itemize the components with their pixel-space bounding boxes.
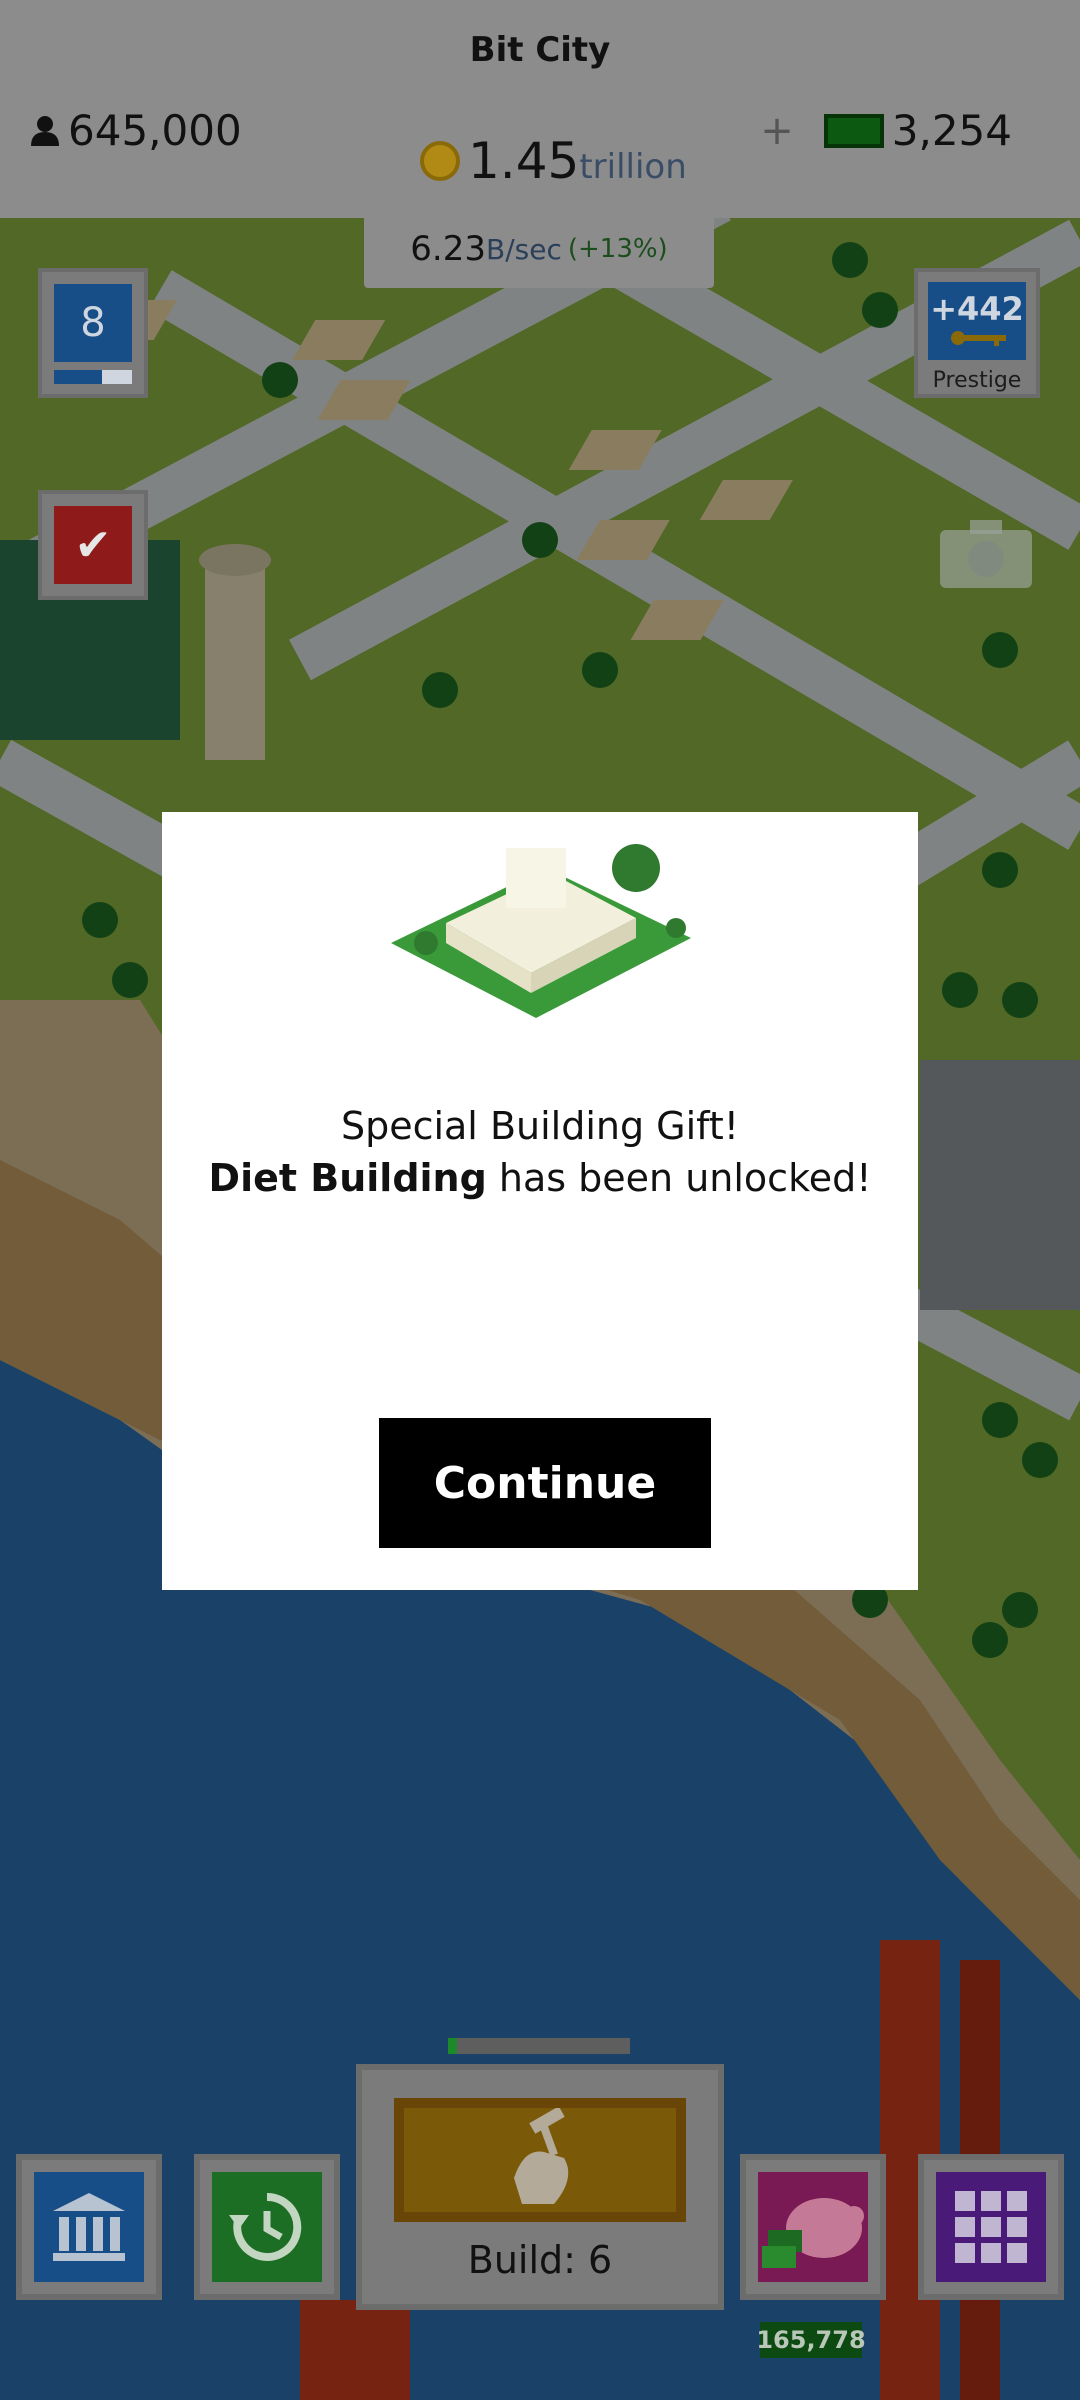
menu-grid-button[interactable] [918,2154,1064,2300]
history-button[interactable] [194,2154,340,2300]
key-icon [951,331,1006,346]
piggy-bank-icon [762,2198,864,2268]
build-label: Build: 6 [467,2238,613,2282]
prestige-label: Prestige [932,368,1022,393]
level-progress-bar [54,370,132,384]
rate-unit: B/sec [485,232,562,266]
build-button[interactable]: Build: 6 [356,2064,724,2310]
prestige-bonus: +442 [930,290,1024,328]
cash-icon [823,113,884,148]
coins-counter: 1.45 trillion [420,132,687,190]
unlock-text: has been unlocked! [486,1156,872,1200]
coins-value: 1.45 [468,132,580,190]
prestige-badge: +442 [928,282,1026,360]
checkmark-icon: ✔ [54,506,132,584]
bank-icon [53,2193,125,2261]
piggy-bank-button[interactable] [740,2154,886,2300]
cash-counter[interactable]: + 3,254 [760,106,1012,155]
rate-value: 6.23 [410,229,486,269]
build-progress-bar [448,2038,630,2054]
coins-unit: trillion [579,147,687,187]
grid-icon [955,2191,1027,2263]
building-name: Diet Building [208,1156,487,1200]
gift-message: Diet Building has been unlocked! [162,1156,918,1200]
population-counter: 645,000 [28,106,242,155]
piggy-bank-count: 165,778 [756,2322,866,2358]
level-number: 8 [80,300,106,346]
hammer-hand-icon [514,2108,569,2204]
level-badge: 8 [54,284,132,362]
tasks-button[interactable]: ✔ [38,490,148,600]
prestige-button[interactable]: +442 Prestige [914,268,1040,398]
population-value: 645,000 [68,106,242,155]
camera-icon[interactable] [936,512,1036,592]
gift-dialog: Special Building Gift! Diet Building has… [162,812,918,1590]
history-icon [229,2192,302,2261]
add-cash-button[interactable]: + [760,108,794,154]
coin-icon [420,141,460,181]
building-image [391,844,691,1018]
level-progress-fill [54,370,103,384]
build-progress-fill [448,2038,458,2054]
gift-title: Special Building Gift! [340,1104,740,1148]
level-button[interactable]: 8 [38,268,148,398]
cash-value: 3,254 [891,106,1012,155]
bank-button[interactable] [16,2154,162,2300]
build-icon-frame [394,2098,686,2222]
city-name: Bit City [469,30,611,70]
top-hud: Bit City 645,000 1.45 trillion + 3,254 [0,0,1080,218]
rate-percent: (+13%) [567,234,668,264]
continue-button[interactable]: Continue [379,1418,711,1548]
income-rate: 6.23 B/sec (+13%) [364,210,714,288]
person-icon [31,115,59,146]
